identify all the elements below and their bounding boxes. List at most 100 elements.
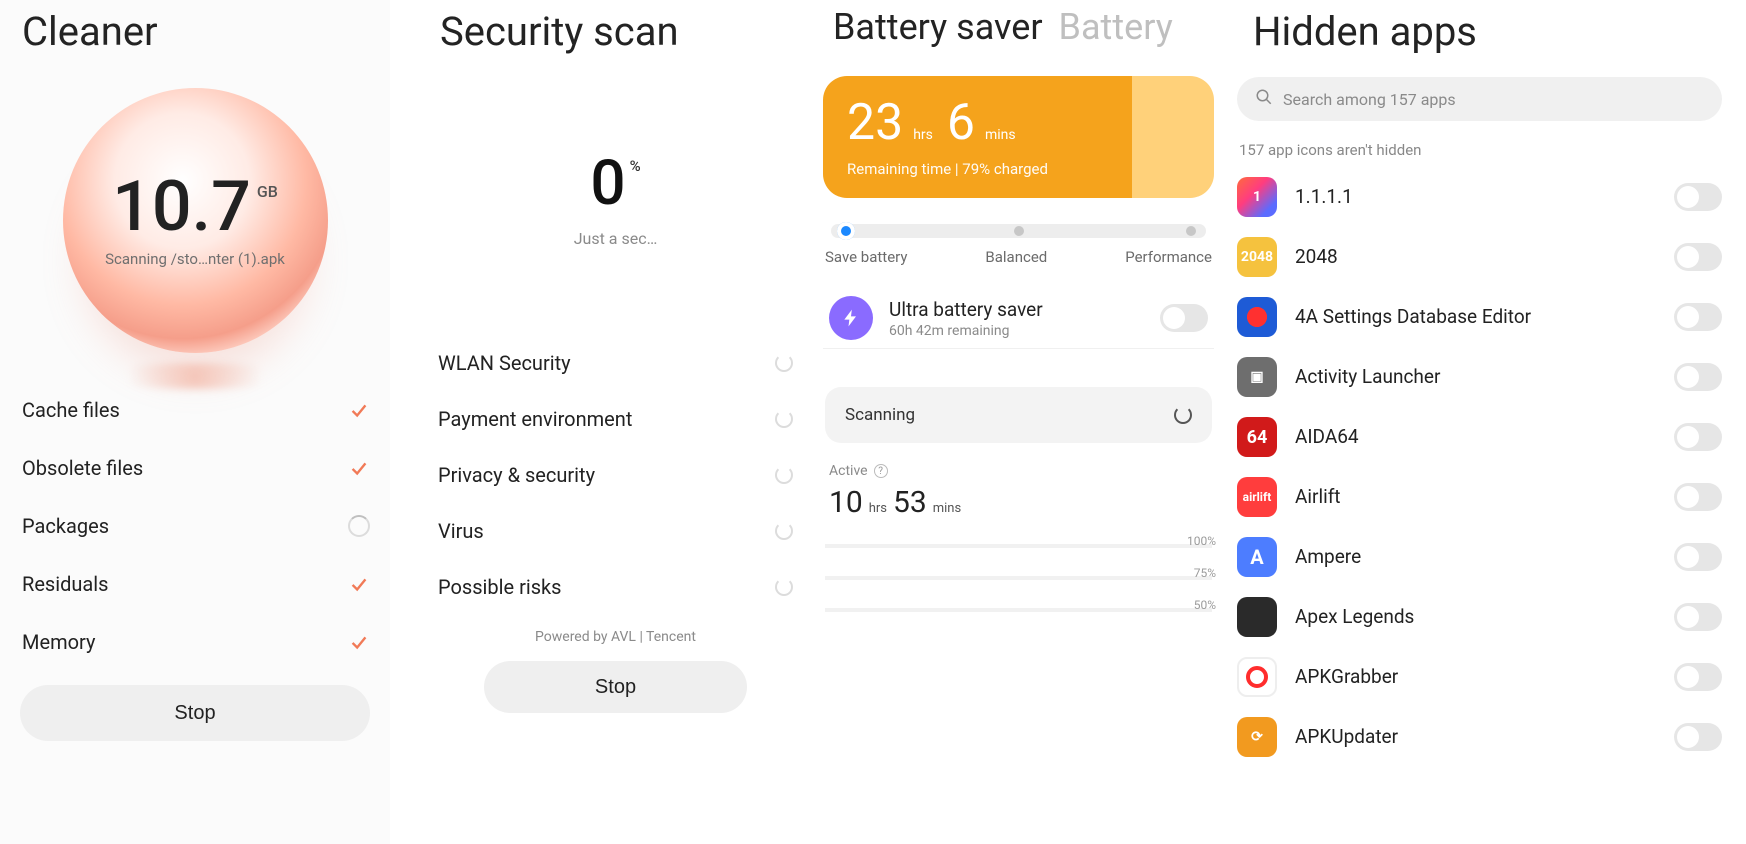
app-row[interactable]: ▣ Activity Launcher — [1237, 347, 1722, 407]
check-icon — [348, 631, 370, 653]
app-toggle[interactable] — [1674, 363, 1722, 391]
app-icon: 2048 — [1237, 237, 1277, 277]
security-status: Just a sec… — [574, 229, 658, 248]
app-row[interactable]: ⟳APKUpdater — [1237, 707, 1722, 767]
battery-mode-slider[interactable] — [831, 224, 1206, 238]
tab-battery[interactable]: Battery — [1059, 6, 1173, 48]
app-row[interactable]: 11.1.1.1 — [1237, 167, 1722, 227]
mode-dot-performance[interactable] — [1186, 226, 1196, 236]
app-icon: airlift — [1237, 477, 1277, 517]
cleaner-size-value: 10.7 — [112, 172, 251, 242]
security-row[interactable]: WLAN Security — [438, 335, 793, 391]
app-toggle[interactable] — [1674, 423, 1722, 451]
check-icon — [348, 457, 370, 479]
app-toggle[interactable] — [1674, 183, 1722, 211]
app-toggle[interactable] — [1674, 663, 1722, 691]
security-percent-unit: % — [630, 159, 641, 174]
hidden-apps-panel: Hidden apps Search among 157 apps 157 ap… — [1231, 0, 1736, 844]
app-row[interactable]: 20482048 — [1237, 227, 1722, 287]
app-row[interactable]: Apex Legends — [1237, 587, 1722, 647]
security-row[interactable]: Payment environment — [438, 391, 793, 447]
battery-hours: 23 — [847, 98, 903, 148]
active-time-block: Active ? 10 hrs 53 mins — [829, 463, 1208, 520]
ubs-title: Ultra battery saver — [889, 298, 1144, 321]
mode-label-save: Save battery — [825, 248, 907, 266]
battery-scan-row[interactable]: Scanning — [825, 387, 1212, 443]
search-input[interactable]: Search among 157 apps — [1237, 77, 1722, 121]
cleaner-size: 10.7 GB — [112, 172, 278, 242]
app-row[interactable]: 4A Settings Database Editor — [1237, 287, 1722, 347]
cleaner-row[interactable]: Residuals — [22, 555, 370, 613]
app-icon — [1237, 297, 1277, 337]
pct-gridline: 100% — [825, 544, 1212, 548]
bolt-icon — [829, 296, 873, 340]
app-row[interactable]: 64AIDA64 — [1237, 407, 1722, 467]
app-toggle[interactable] — [1674, 483, 1722, 511]
check-icon — [348, 399, 370, 421]
cleaner-scan-path: Scanning /sto…nter (1).apk — [105, 250, 285, 268]
app-toggle[interactable] — [1674, 603, 1722, 631]
app-row[interactable]: airlift Airlift — [1237, 467, 1722, 527]
app-row[interactable]: A Ampere — [1237, 527, 1722, 587]
active-label: Active — [829, 463, 868, 479]
security-list: WLAN Security Payment environment Privacy … — [418, 335, 813, 615]
active-hours: 10 — [829, 485, 863, 520]
cleaner-title: Cleaner — [0, 0, 390, 65]
spinner-icon — [348, 515, 370, 537]
battery-panel: Battery saver Battery 23 hrs 6 mins Rema… — [821, 0, 1216, 844]
help-icon[interactable]: ? — [874, 464, 888, 478]
cleaner-row-label: Memory — [22, 630, 95, 654]
mode-dot-balanced[interactable] — [1014, 226, 1024, 236]
app-name: 4A Settings Database Editor — [1295, 306, 1656, 329]
pct-label: 100% — [1187, 534, 1216, 548]
security-row[interactable]: Possible risks — [438, 559, 793, 615]
cleaner-orb-area: 10.7 GB Scanning /sto…nter (1).apk — [0, 65, 390, 375]
security-row-label: Possible risks — [438, 575, 562, 599]
cleaner-row[interactable]: Memory — [22, 613, 370, 671]
cleaner-row[interactable]: Obsolete files — [22, 439, 370, 497]
spinner-icon — [775, 578, 793, 596]
battery-mins: 6 — [947, 98, 975, 148]
mode-label-performance: Performance — [1125, 248, 1212, 266]
cleaner-stop-button[interactable]: Stop — [20, 685, 370, 741]
pct-label: 50% — [1194, 598, 1216, 612]
cleaner-row[interactable]: Cache files — [22, 381, 370, 439]
app-toggle[interactable] — [1674, 243, 1722, 271]
app-name: Apex Legends — [1295, 606, 1656, 629]
app-list: 11.1.1.120482048 4A Settings Database Edi… — [1231, 167, 1736, 767]
security-percent: 0 — [590, 153, 625, 215]
search-placeholder: Search among 157 apps — [1283, 90, 1456, 109]
mode-dot-save[interactable] — [837, 222, 855, 240]
tab-battery-saver[interactable]: Battery saver — [833, 6, 1043, 48]
app-name: Ampere — [1295, 546, 1656, 569]
app-toggle[interactable] — [1674, 543, 1722, 571]
app-toggle[interactable] — [1674, 723, 1722, 751]
cleaner-size-unit: GB — [257, 184, 278, 200]
app-row[interactable]: APKGrabber — [1237, 647, 1722, 707]
ubs-subtitle: 60h 42m remaining — [889, 323, 1144, 339]
hidden-apps-title: Hidden apps — [1231, 0, 1736, 65]
ultra-battery-saver-row[interactable]: Ultra battery saver 60h 42m remaining — [823, 288, 1214, 349]
app-icon: A — [1237, 537, 1277, 577]
app-toggle[interactable] — [1674, 303, 1722, 331]
security-stop-button[interactable]: Stop — [484, 661, 747, 713]
security-row-label: WLAN Security — [438, 351, 571, 375]
app-icon: ▣ — [1237, 357, 1277, 397]
ubs-toggle[interactable] — [1160, 304, 1208, 332]
security-progress-area: 0 % Just a sec… — [418, 65, 813, 335]
security-row[interactable]: Virus — [438, 503, 793, 559]
app-icon — [1237, 597, 1277, 637]
cleaner-row[interactable]: Packages — [22, 497, 370, 555]
app-name: Airlift — [1295, 486, 1656, 509]
battery-hours-unit: hrs — [913, 127, 933, 143]
app-name: Activity Launcher — [1295, 366, 1656, 389]
security-row-label: Privacy & security — [438, 463, 595, 487]
security-powered-by: Powered by AVL | Tencent — [418, 629, 813, 645]
battery-mode-labels: Save battery Balanced Performance — [825, 248, 1212, 266]
cleaner-list: Cache filesObsolete filesPackages Residua… — [0, 375, 390, 671]
security-row-label: Payment environment — [438, 407, 632, 431]
cleaner-row-label: Residuals — [22, 572, 108, 596]
mode-label-balanced: Balanced — [985, 248, 1047, 266]
security-row[interactable]: Privacy & security — [438, 447, 793, 503]
battery-pct-grid: 100%75%50% — [825, 544, 1212, 612]
